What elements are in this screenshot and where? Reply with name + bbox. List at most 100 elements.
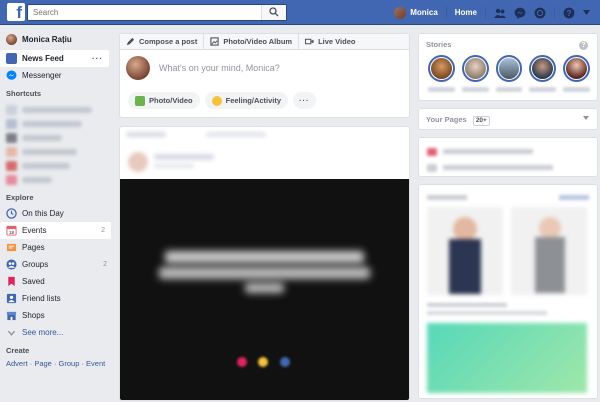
sidebar-item-groups[interactable]: Groups 2: [0, 256, 113, 273]
sidebar-item-label: Pages: [22, 243, 45, 252]
profile-link[interactable]: Monica: [394, 6, 438, 19]
your-pages-title: Your Pages: [426, 115, 467, 124]
tab-label: Compose a post: [139, 37, 198, 46]
chevron-down-icon[interactable]: [583, 116, 589, 120]
calendar-icon: 18: [6, 225, 17, 236]
your-pages-card[interactable]: Your Pages 20+: [418, 108, 598, 130]
post-composer: Compose a post Photo/Video Album Live Vi…: [119, 33, 410, 118]
profile-name: Monica: [410, 8, 438, 17]
story-avatar[interactable]: [461, 55, 489, 82]
messenger-icon[interactable]: [514, 7, 526, 19]
sidebar-item-pages[interactable]: Pages: [0, 239, 113, 256]
divider: [485, 6, 486, 19]
shortcut-item[interactable]: [6, 146, 105, 157]
shortcuts-title: Shortcuts: [6, 89, 42, 98]
sidebar-item-shops[interactable]: Shops: [0, 307, 113, 324]
sidebar-item-news-feed[interactable]: News Feed ···: [0, 50, 109, 67]
search-input[interactable]: [28, 5, 260, 20]
tab-compose-post[interactable]: Compose a post: [120, 33, 205, 50]
tab-photo-album[interactable]: Photo/Video Album: [204, 33, 300, 50]
story-names: [419, 82, 597, 92]
post-caption: [120, 251, 409, 293]
stories-row: [419, 55, 597, 82]
sidebar-profile[interactable]: Monica Rațiu: [0, 31, 113, 48]
sidebar-item-label: Groups: [22, 260, 49, 269]
sidebar-profile-name: Monica Rațiu: [22, 35, 72, 44]
video-camera-icon: [305, 38, 314, 45]
sidebar-item-on-this-day[interactable]: On this Day: [0, 205, 113, 222]
shortcut-item[interactable]: [6, 132, 105, 143]
composer-actions: Photo/Video Feeling/Activity ···: [120, 92, 409, 109]
avatar: [126, 56, 150, 80]
create-title: Create: [6, 346, 30, 355]
avatar: [394, 6, 407, 19]
help-icon[interactable]: ?: [563, 7, 575, 19]
feeling-activity-button[interactable]: Feeling/Activity: [204, 92, 289, 109]
more-options-button[interactable]: ···: [293, 92, 316, 109]
sidebar-item-messenger[interactable]: Messenger: [0, 67, 113, 84]
shortcut-item[interactable]: [6, 104, 105, 115]
see-more-label: See more...: [22, 328, 64, 337]
composer-input[interactable]: What's on your mind, Monica?: [159, 63, 280, 73]
sidebar-item-saved[interactable]: Saved: [0, 273, 113, 290]
sidebar-item-label: Shops: [22, 311, 45, 320]
shortcut-item[interactable]: [6, 118, 105, 129]
tab-live-video[interactable]: Live Video: [299, 34, 361, 50]
sidebar-item-label: News Feed: [22, 54, 64, 63]
tab-label: Photo/Video Album: [223, 37, 293, 46]
news-feed-icon: [6, 53, 17, 64]
shortcut-item[interactable]: [6, 160, 105, 171]
left-sidebar: Monica Rațiu News Feed ··· Messenger Sho…: [0, 25, 113, 402]
sidebar-item-friend-lists[interactable]: Friend lists: [0, 290, 113, 307]
story-avatar[interactable]: [428, 55, 455, 82]
home-link[interactable]: Home: [455, 8, 477, 17]
friend-requests-icon[interactable]: [494, 7, 506, 19]
smiley-icon: [211, 95, 222, 106]
shortcuts-list: [0, 104, 113, 185]
account-menu-icon[interactable]: [583, 10, 590, 15]
photo-icon: [135, 95, 145, 106]
sidebar-item-label: Events: [22, 226, 47, 235]
search-box: [27, 4, 287, 21]
shortcut-item[interactable]: [6, 174, 105, 185]
story-avatar[interactable]: [529, 55, 557, 82]
top-bar: f Monica Home ?: [0, 0, 600, 25]
photo-video-button[interactable]: Photo/Video: [128, 92, 200, 109]
search-button[interactable]: [261, 5, 286, 20]
event-count: 2: [101, 227, 105, 234]
feed-post: [119, 126, 410, 401]
post-header: [120, 127, 409, 179]
flag-icon: [6, 243, 17, 252]
create-links[interactable]: Advert · Page · Group · Event: [0, 359, 113, 368]
divider: [445, 6, 447, 19]
stories-card: Stories ?: [418, 33, 598, 101]
notifications-card: [418, 137, 598, 177]
pencil-icon: [126, 37, 135, 46]
sidebar-item-label: On this Day: [22, 209, 64, 218]
svg-text:?: ?: [567, 9, 572, 18]
reaction-icon: [258, 357, 268, 367]
facebook-logo-icon[interactable]: f: [7, 3, 25, 21]
sponsored-card[interactable]: [418, 184, 598, 399]
stories-title: Stories: [426, 40, 452, 49]
bookmark-icon: [8, 276, 15, 287]
see-more-link[interactable]: See more...: [0, 324, 113, 341]
sidebar-item-label: Saved: [22, 277, 45, 286]
svg-text:18: 18: [9, 230, 15, 235]
story-avatar[interactable]: [495, 55, 523, 82]
reaction-icon: [280, 357, 290, 367]
button-label: Photo/Video: [149, 96, 193, 105]
help-icon[interactable]: ?: [579, 41, 588, 50]
messenger-icon: [6, 70, 17, 80]
search-icon: [269, 7, 279, 17]
sidebar-item-events[interactable]: 18 Events 2: [0, 222, 111, 239]
tab-label: Live Video: [318, 37, 356, 46]
reaction-icon: [237, 357, 247, 367]
notifications-icon[interactable]: [534, 7, 546, 19]
more-options-icon[interactable]: ···: [92, 54, 103, 63]
composer-body: What's on your mind, Monica?: [120, 50, 409, 86]
friend-list-icon: [6, 293, 17, 304]
album-icon: [210, 37, 219, 46]
story-avatar[interactable]: [563, 55, 590, 82]
news-feed: Compose a post Photo/Video Album Live Vi…: [119, 33, 410, 401]
